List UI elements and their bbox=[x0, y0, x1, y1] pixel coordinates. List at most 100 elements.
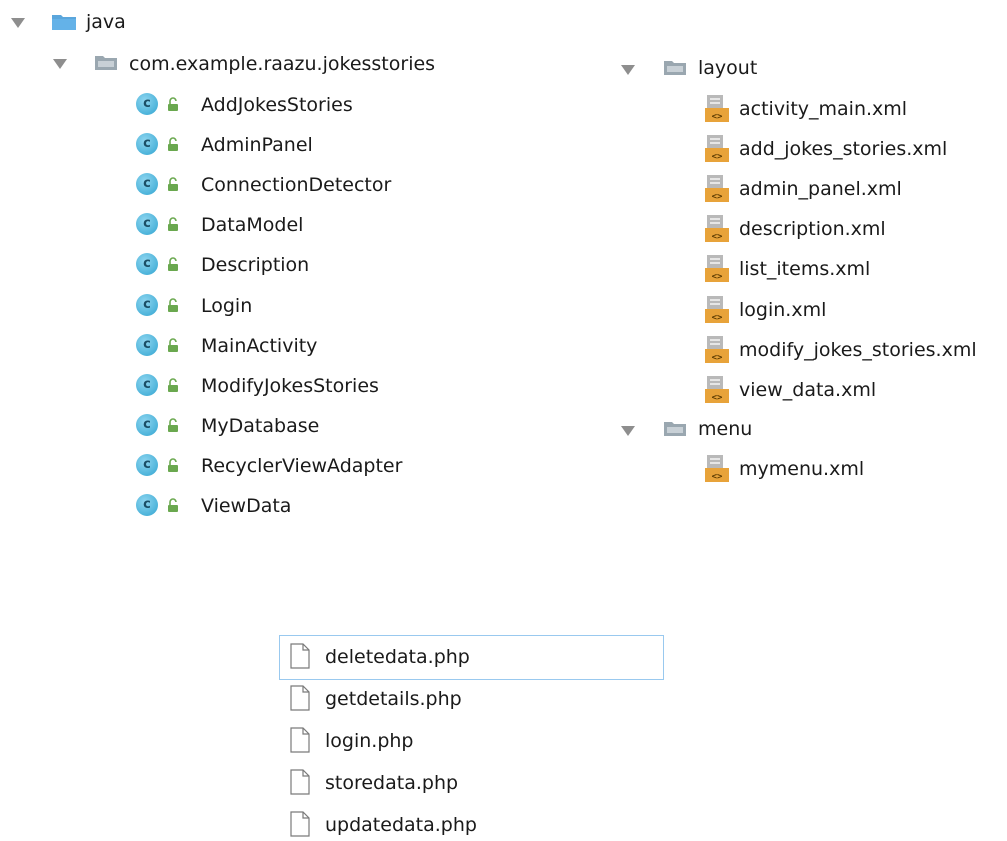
xml-file-icon: <> bbox=[705, 255, 729, 282]
tree-item-java[interactable]: java bbox=[86, 6, 126, 38]
access-lock-icon bbox=[168, 378, 178, 392]
class-item[interactable]: ConnectionDetector bbox=[201, 169, 391, 201]
expand-arrow-icon[interactable] bbox=[11, 18, 25, 28]
file-label: deletedata.php bbox=[325, 646, 470, 668]
class-item[interactable]: ModifyJokesStories bbox=[201, 370, 379, 402]
xml-file-item[interactable]: admin_panel.xml bbox=[739, 173, 902, 205]
class-label: RecyclerViewAdapter bbox=[201, 455, 403, 477]
access-lock-icon bbox=[168, 217, 178, 231]
file-label: login.xml bbox=[739, 299, 827, 321]
access-lock-icon bbox=[168, 97, 178, 111]
file-label: mymenu.xml bbox=[739, 458, 865, 480]
xml-file-icon: <> bbox=[705, 376, 729, 403]
file-icon bbox=[290, 727, 310, 753]
access-lock-icon bbox=[168, 498, 178, 512]
xml-file-item[interactable]: mymenu.xml bbox=[739, 453, 864, 485]
class-item[interactable]: MainActivity bbox=[201, 330, 317, 362]
tree-item-menu[interactable]: menu bbox=[698, 413, 752, 445]
class-label: DataModel bbox=[201, 214, 304, 236]
class-icon: c bbox=[136, 173, 158, 195]
xml-file-icon: <> bbox=[705, 455, 729, 482]
package-folder-icon bbox=[95, 56, 117, 70]
class-label: ConnectionDetector bbox=[201, 174, 392, 196]
php-file-item[interactable]: updatedata.php bbox=[325, 809, 477, 841]
svg-text:<>: <> bbox=[712, 152, 723, 162]
xml-file-item[interactable]: activity_main.xml bbox=[739, 93, 907, 125]
xml-file-item[interactable]: login.xml bbox=[739, 294, 826, 326]
file-icon bbox=[290, 643, 310, 669]
file-label: getdetails.php bbox=[325, 688, 462, 710]
class-icon: c bbox=[136, 294, 158, 316]
expand-arrow-icon[interactable] bbox=[621, 65, 635, 75]
class-item[interactable]: Description bbox=[201, 249, 309, 281]
file-label: updatedata.php bbox=[325, 814, 477, 836]
xml-file-icon: <> bbox=[705, 336, 729, 363]
xml-file-icon: <> bbox=[705, 95, 729, 122]
tree-item-package[interactable]: com.example.raazu.jokesstories bbox=[129, 48, 435, 80]
class-item[interactable]: RecyclerViewAdapter bbox=[201, 450, 402, 482]
svg-text:<>: <> bbox=[712, 393, 723, 403]
xml-file-item[interactable]: modify_jokes_stories.xml bbox=[739, 334, 977, 366]
file-icon bbox=[290, 685, 310, 711]
class-icon: c bbox=[136, 454, 158, 476]
access-lock-icon bbox=[168, 177, 178, 191]
folder-label: java bbox=[86, 11, 126, 33]
class-label: Login bbox=[201, 295, 253, 317]
file-icon bbox=[290, 811, 310, 837]
class-item[interactable]: ViewData bbox=[201, 490, 291, 522]
php-file-item-selected[interactable]: deletedata.php bbox=[325, 641, 470, 673]
class-label: ViewData bbox=[201, 495, 292, 517]
php-file-item[interactable]: getdetails.php bbox=[325, 683, 462, 715]
xml-file-icon: <> bbox=[705, 215, 729, 242]
class-item[interactable]: MyDatabase bbox=[201, 410, 319, 442]
svg-text:<>: <> bbox=[712, 313, 723, 323]
xml-file-item[interactable]: list_items.xml bbox=[739, 253, 870, 285]
class-icon: c bbox=[136, 414, 158, 436]
class-icon: c bbox=[136, 494, 158, 516]
file-label: modify_jokes_stories.xml bbox=[739, 339, 977, 361]
svg-text:<>: <> bbox=[712, 232, 723, 242]
class-label: AddJokesStories bbox=[201, 94, 353, 116]
class-icon: c bbox=[136, 334, 158, 356]
xml-file-item[interactable]: description.xml bbox=[739, 213, 886, 245]
file-label: storedata.php bbox=[325, 772, 459, 794]
access-lock-icon bbox=[168, 137, 178, 151]
class-icon: c bbox=[136, 213, 158, 235]
class-icon: c bbox=[136, 253, 158, 275]
svg-text:<>: <> bbox=[712, 272, 723, 282]
class-icon: c bbox=[136, 133, 158, 155]
svg-text:<>: <> bbox=[712, 472, 723, 482]
access-lock-icon bbox=[168, 338, 178, 352]
file-label: login.php bbox=[325, 730, 414, 752]
class-item[interactable]: DataModel bbox=[201, 209, 303, 241]
php-file-item[interactable]: login.php bbox=[325, 725, 414, 757]
access-lock-icon bbox=[168, 298, 178, 312]
xml-file-item[interactable]: view_data.xml bbox=[739, 374, 876, 406]
xml-file-item[interactable]: add_jokes_stories.xml bbox=[739, 133, 947, 165]
folder-label: layout bbox=[698, 57, 758, 79]
access-lock-icon bbox=[168, 257, 178, 271]
xml-file-icon: <> bbox=[705, 135, 729, 162]
class-label: ModifyJokesStories bbox=[201, 375, 379, 397]
folder-icon bbox=[664, 422, 686, 436]
class-item[interactable]: Login bbox=[201, 290, 252, 322]
php-file-item[interactable]: storedata.php bbox=[325, 767, 458, 799]
expand-arrow-icon[interactable] bbox=[621, 426, 635, 436]
class-icon: c bbox=[136, 93, 158, 115]
access-lock-icon bbox=[168, 418, 178, 432]
file-label: add_jokes_stories.xml bbox=[739, 138, 948, 160]
folder-label: menu bbox=[698, 418, 753, 440]
xml-file-icon: <> bbox=[705, 296, 729, 323]
tree-item-layout[interactable]: layout bbox=[698, 52, 757, 84]
file-label: description.xml bbox=[739, 218, 886, 240]
class-label: AdminPanel bbox=[201, 134, 313, 156]
file-label: view_data.xml bbox=[739, 379, 877, 401]
folder-icon bbox=[52, 15, 76, 30]
svg-text:<>: <> bbox=[712, 192, 723, 202]
class-label: MyDatabase bbox=[201, 415, 320, 437]
file-label: list_items.xml bbox=[739, 258, 871, 280]
expand-arrow-icon[interactable] bbox=[53, 59, 67, 69]
class-item[interactable]: AdminPanel bbox=[201, 129, 313, 161]
class-item[interactable]: AddJokesStories bbox=[201, 89, 353, 121]
class-icon: c bbox=[136, 374, 158, 396]
